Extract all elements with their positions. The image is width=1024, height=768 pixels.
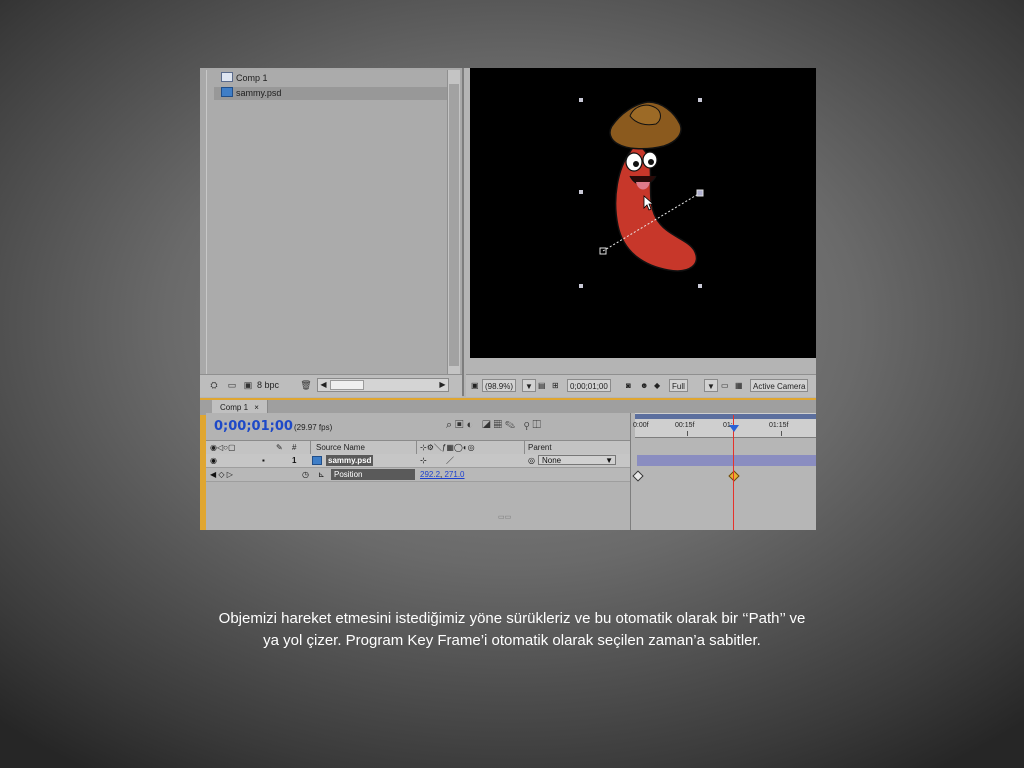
scroll-right-icon[interactable]: ▶ xyxy=(437,379,448,391)
psd-file-icon xyxy=(221,87,233,97)
viewer-timecode[interactable]: 0;00;01;00 xyxy=(567,379,611,392)
timeline-panel: Comp 1 × 0;00;01;00 (29.97 fps) ⌕▣◐ ◪▦✎ … xyxy=(200,398,816,530)
project-hscrollbar-thumb[interactable] xyxy=(330,380,364,390)
quality-switch-icon[interactable]: ／ xyxy=(446,454,454,467)
keyframe-current[interactable] xyxy=(728,470,740,482)
label-color-icon[interactable]: ▪ xyxy=(262,454,265,467)
project-list: Comp 1 sammy.psd xyxy=(206,70,454,382)
zoom-dropdown-arrow-icon[interactable]: ▼ xyxy=(522,379,536,392)
safe-zones-icon[interactable]: ▤ xyxy=(536,379,548,392)
current-time-display[interactable]: 0;00;01;00 xyxy=(214,419,293,434)
bit-depth-button[interactable]: 8 bpc xyxy=(257,379,279,391)
ruler-label: 01:15f xyxy=(769,422,789,429)
keyframe-start[interactable] xyxy=(632,470,644,482)
zoom-dropdown[interactable]: (98.9%) xyxy=(482,379,517,392)
position-value[interactable]: 292.2, 271.0 xyxy=(420,468,465,481)
toggle-switches-icon[interactable]: ▭▭ xyxy=(498,513,511,521)
layer-row[interactable]: ◉ ▪ 1 sammy.psd ⊹ ／ ◎ None ▼ xyxy=(206,454,630,468)
project-item-psd[interactable]: sammy.psd xyxy=(214,87,454,100)
dropdown-arrow-icon: ▼ xyxy=(605,456,613,465)
graph-icon[interactable]: ⊾ xyxy=(318,468,325,481)
resolution-dropdown[interactable]: Full xyxy=(669,379,688,392)
psd-file-icon xyxy=(312,456,322,465)
region-of-interest-icon[interactable]: ▭ xyxy=(719,379,731,392)
viewer-toolbar: ▣ (98.9%) ▼ ▤ ⊞ 0;00;01;00 ◙ ☻ ◆ Full ▼ … xyxy=(466,374,816,397)
new-composition-icon[interactable]: ▣ xyxy=(242,379,254,391)
property-name: Position xyxy=(331,469,415,480)
time-graph[interactable]: 0:00f 00:15f 01: 01:15f xyxy=(630,413,816,530)
transparency-grid-icon[interactable]: ▦ xyxy=(733,379,745,392)
ruler-tick xyxy=(687,431,688,436)
trash-icon[interactable]: 🗑 xyxy=(300,379,312,391)
snapshot-icon[interactable]: ◙ xyxy=(624,379,633,392)
switches-icons: ⊹⚙＼ƒ▦◯◐◎ xyxy=(420,443,475,452)
project-hscrollbar[interactable]: ◀ ▶ xyxy=(317,378,449,392)
column-parent: Parent xyxy=(528,443,552,452)
ruler-label: 00:15f xyxy=(675,422,695,429)
new-folder-icon[interactable]: ▭ xyxy=(226,379,238,391)
close-icon[interactable]: × xyxy=(254,403,259,412)
project-scrollbar-thumb[interactable] xyxy=(449,84,459,366)
timeline-switch-icons[interactable]: ⌕▣◐ ◪▦✎ ⚲◫ xyxy=(446,419,544,432)
column-source-name[interactable]: Source Name xyxy=(316,441,365,454)
column-num: # xyxy=(292,443,297,452)
composition-icon xyxy=(221,72,233,82)
ruler-tick xyxy=(781,431,782,436)
show-snapshot-icon[interactable]: ☻ xyxy=(638,379,650,392)
always-preview-icon[interactable]: ▣ xyxy=(469,379,481,392)
label-icon: ✎ xyxy=(276,443,283,452)
stopwatch-icon[interactable]: ◷ xyxy=(302,468,309,481)
grid-icon[interactable]: ⊞ xyxy=(550,379,561,392)
pick-whip-icon[interactable]: ◎ xyxy=(528,454,535,467)
layer-name[interactable]: sammy.psd xyxy=(326,455,374,466)
scroll-left-icon[interactable]: ◀ xyxy=(318,379,329,391)
project-footer: ⛭ ▭ ▣ 8 bpc 🗑 ◀ ▶ xyxy=(200,374,462,397)
parent-dropdown[interactable]: None ▼ xyxy=(538,455,616,465)
resolution-dropdown-arrow-icon[interactable]: ▼ xyxy=(704,379,718,392)
slide-caption: Objemizi hareket etmesini istediğimiz yö… xyxy=(218,610,806,649)
sausage-character xyxy=(599,101,704,272)
ruler-label: 0:00f xyxy=(633,422,649,429)
time-navigator[interactable] xyxy=(635,414,816,419)
channel-icon[interactable]: ◆ xyxy=(652,379,662,392)
after-effects-screenshot: Comp 1 sammy.psd ⛭ ▭ ▣ 8 bpc 🗑 ◀ ▶ ▣ (98… xyxy=(200,68,816,530)
current-time-indicator[interactable] xyxy=(729,425,739,432)
layer-index: 1 xyxy=(292,456,297,465)
shy-switch-icon[interactable]: ⊹ xyxy=(420,454,427,467)
av-switches-icon: ◉◁○▢ xyxy=(210,443,236,452)
layer-column-headers: ◉◁○▢ ✎ # Source Name ⊹⚙＼ƒ▦◯◐◎ Parent xyxy=(206,440,630,455)
layer-duration-bar[interactable] xyxy=(637,455,816,466)
project-panel: Comp 1 sammy.psd ⛭ ▭ ▣ 8 bpc 🗑 ◀ ▶ xyxy=(200,68,464,397)
layer-outline: 0;00;01;00 (29.97 fps) ⌕▣◐ ◪▦✎ ⚲◫ ◉◁○▢ ✎… xyxy=(206,413,630,530)
interpret-footage-icon[interactable]: ⛭ xyxy=(208,379,220,391)
video-visibility-icon[interactable]: ◉ xyxy=(210,454,217,467)
time-ruler[interactable]: 0:00f 00:15f 01: 01:15f xyxy=(633,413,816,438)
project-item-comp[interactable]: Comp 1 xyxy=(221,72,268,85)
composition-viewer[interactable] xyxy=(470,68,816,358)
project-scrollbar[interactable] xyxy=(447,70,460,378)
playhead[interactable] xyxy=(733,415,734,530)
keyframe-navigator-icon[interactable]: ◀ ◇ ▷ xyxy=(210,468,233,481)
property-row[interactable]: ◀ ◇ ▷ ◷ ⊾ Position 292.2, 271.0 xyxy=(206,468,630,482)
frame-rate-label: (29.97 fps) xyxy=(294,423,333,432)
camera-dropdown[interactable]: Active Camera xyxy=(750,379,809,392)
